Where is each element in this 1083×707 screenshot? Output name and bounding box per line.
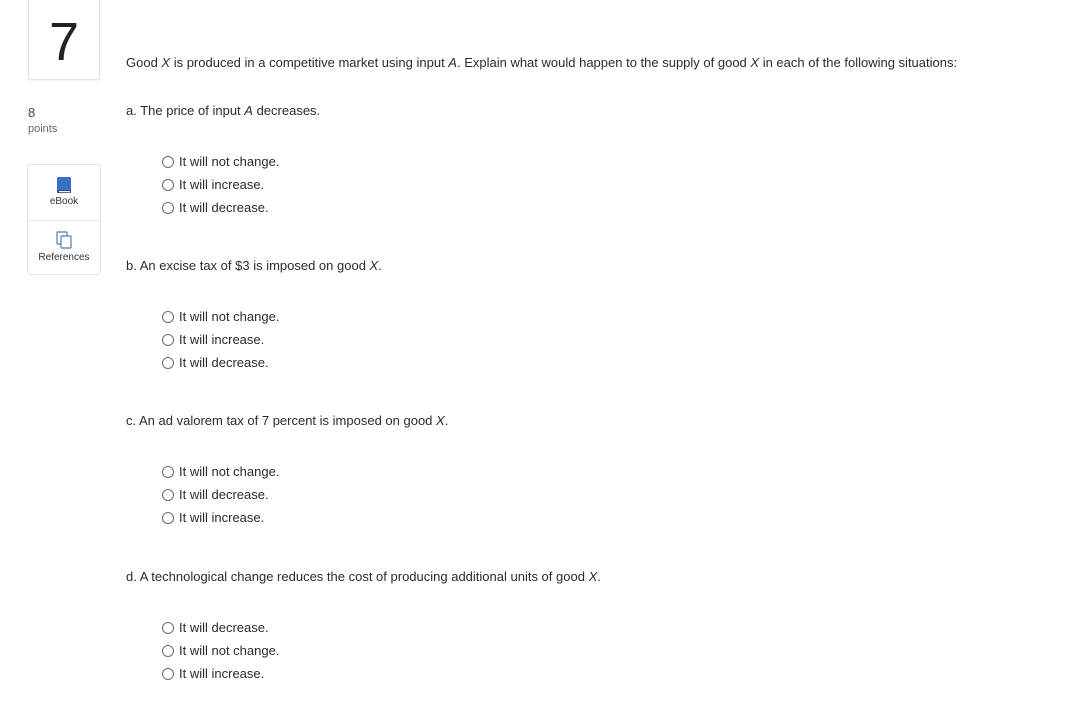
radio-button[interactable] <box>162 201 174 214</box>
part-c-label: c. An ad valorem tax of 7 percent is imp… <box>126 413 449 428</box>
ebook-button[interactable]: eBook <box>28 165 100 219</box>
part-b-option-2[interactable]: It will increase. <box>162 328 279 351</box>
part-c: c. An ad valorem tax of 7 percent is imp… <box>126 413 1026 525</box>
part-b-option-3[interactable]: It will decrease. <box>162 351 279 374</box>
part-a-label: a. The price of input A decreases. <box>126 103 321 118</box>
part-d: d. A technological change reduces the co… <box>126 569 1026 681</box>
radio-button[interactable] <box>162 644 174 657</box>
radio-button[interactable] <box>162 310 174 323</box>
radio-button[interactable] <box>162 178 174 191</box>
radio-button[interactable] <box>162 356 174 369</box>
part-c-option-2[interactable]: It will decrease. <box>162 483 279 506</box>
copy-icon <box>56 231 72 249</box>
part-a-options: It will not change. It will increase. It… <box>162 150 279 219</box>
part-c-option-3[interactable]: It will increase. <box>162 506 279 529</box>
references-button[interactable]: References <box>28 220 100 275</box>
part-a-option-2[interactable]: It will increase. <box>162 173 279 196</box>
part-d-label: d. A technological change reduces the co… <box>126 569 601 584</box>
question-number: 7 <box>48 11 80 72</box>
radio-button[interactable] <box>162 465 174 478</box>
part-a-option-1[interactable]: It will not change. <box>162 150 279 173</box>
part-a: a. The price of input A decreases. It wi… <box>126 103 1026 215</box>
part-d-option-1[interactable]: It will decrease. <box>162 616 279 639</box>
part-b-option-1[interactable]: It will not change. <box>162 305 279 328</box>
part-b-label: b. An excise tax of $3 is imposed on goo… <box>126 258 382 273</box>
points-value: 8 <box>28 105 36 120</box>
part-d-option-2[interactable]: It will not change. <box>162 639 279 662</box>
radio-button[interactable] <box>162 621 174 634</box>
part-a-option-3[interactable]: It will decrease. <box>162 196 279 219</box>
part-b-options: It will not change. It will increase. It… <box>162 305 279 374</box>
radio-button[interactable] <box>162 488 174 501</box>
radio-button[interactable] <box>162 155 174 168</box>
radio-button[interactable] <box>162 511 174 524</box>
radio-button[interactable] <box>162 667 174 680</box>
book-icon <box>57 177 71 193</box>
question-page: 7 8 points eBook References Good X is pr… <box>0 0 1083 707</box>
part-d-options: It will decrease. It will not change. It… <box>162 616 279 685</box>
radio-button[interactable] <box>162 333 174 346</box>
points-label: points <box>28 123 58 135</box>
part-c-option-1[interactable]: It will not change. <box>162 460 279 483</box>
part-b: b. An excise tax of $3 is imposed on goo… <box>126 258 1026 370</box>
question-prompt: Good X is produced in a competitive mark… <box>126 55 958 70</box>
question-number-box: 7 <box>28 0 100 80</box>
part-d-option-3[interactable]: It will increase. <box>162 662 279 685</box>
references-label: References <box>38 252 90 263</box>
part-c-options: It will not change. It will decrease. It… <box>162 460 279 529</box>
tools-panel: eBook References <box>27 164 101 275</box>
ebook-label: eBook <box>49 196 79 207</box>
